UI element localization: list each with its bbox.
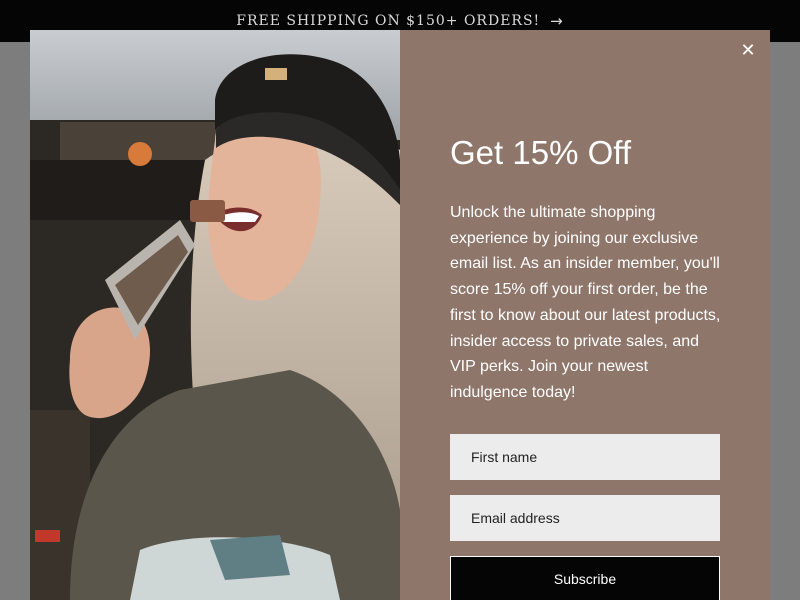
close-icon[interactable]: ✕ <box>738 40 758 61</box>
promo-photo-illustration <box>30 30 400 600</box>
modal-description: Unlock the ultimate shopping experience … <box>450 204 721 401</box>
announcement-text[interactable]: FREE SHIPPING ON $150+ ORDERS! <box>236 13 540 29</box>
arrow-right-icon[interactable]: → <box>550 12 564 30</box>
promo-photo <box>30 30 400 600</box>
subscribe-button[interactable]: Subscribe <box>450 556 720 600</box>
signup-panel: ✕ Get 15% Off Unlock the ultimate shoppi… <box>400 30 770 600</box>
modal-title: Get 15% Off <box>450 134 631 171</box>
email-input[interactable] <box>450 495 720 541</box>
first-name-input[interactable] <box>450 434 720 480</box>
newsletter-modal: ✕ Get 15% Off Unlock the ultimate shoppi… <box>30 30 770 600</box>
